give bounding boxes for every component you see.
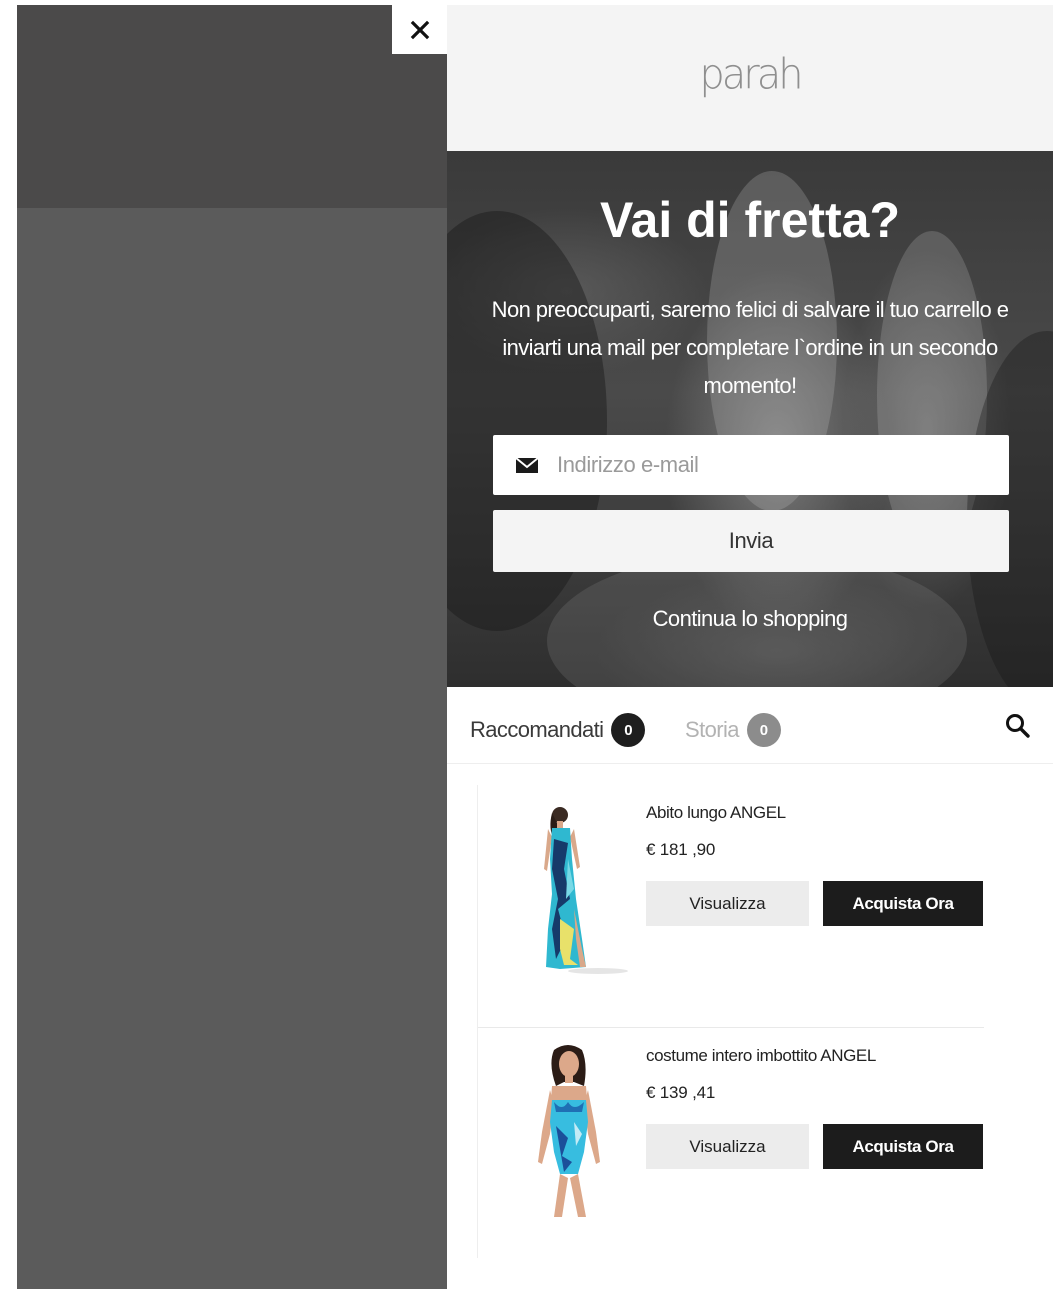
tab-recommended-label: Raccomandati	[470, 717, 604, 742]
cart-save-banner: Vai di fretta? Non preoccuparti, saremo …	[447, 151, 1053, 687]
close-button[interactable]	[392, 5, 447, 54]
page-overlay[interactable]	[17, 208, 447, 1289]
product-list: Abito lungo ANGEL € 181 ,90 Visualizza A…	[477, 785, 984, 1258]
product-price: € 181 ,90	[646, 840, 716, 859]
banner-message: Non preoccuparti, saremo felici di salva…	[491, 297, 1009, 398]
buy-now-button[interactable]: Acquista Ora	[823, 881, 983, 926]
submit-button[interactable]: Invia	[493, 510, 1009, 572]
search-button[interactable]	[1003, 711, 1033, 741]
product-image-swimsuit[interactable]	[508, 1042, 628, 1217]
tab-recommended[interactable]: Raccomandati 0	[470, 713, 646, 747]
product-item: costume intero imbottito ANGEL € 139 ,41…	[478, 1028, 984, 1258]
product-name[interactable]: Abito lungo ANGEL	[646, 803, 786, 823]
close-icon	[410, 20, 429, 39]
envelope-icon	[515, 457, 539, 473]
view-button[interactable]: Visualizza	[646, 881, 809, 926]
tab-history-count: 0	[746, 713, 781, 747]
product-tabs: Raccomandati 0 Storia 0	[447, 687, 1053, 764]
email-input[interactable]	[555, 451, 979, 479]
buy-now-button[interactable]: Acquista Ora	[823, 1124, 983, 1169]
banner-title: Vai di fretta?	[599, 192, 901, 248]
search-icon	[1006, 714, 1030, 738]
brand-logo: parah	[699, 50, 803, 100]
view-button[interactable]: Visualizza	[646, 1124, 809, 1169]
product-item: Abito lungo ANGEL € 181 ,90 Visualizza A…	[478, 785, 984, 1028]
product-image-dress[interactable]	[508, 799, 628, 974]
continue-shopping-link[interactable]: Continua lo shopping	[447, 606, 1053, 632]
product-name[interactable]: costume intero imbottito ANGEL	[646, 1046, 876, 1066]
page-overlay-top[interactable]	[17, 5, 447, 208]
tab-recommended-count: 0	[611, 713, 646, 747]
product-price: € 139 ,41	[646, 1083, 716, 1102]
side-panel: parah Vai di fretta? Non preoccuparti, s…	[447, 5, 1053, 1289]
tab-history[interactable]: Storia 0	[685, 713, 781, 747]
email-field[interactable]	[493, 435, 1009, 495]
tab-history-label: Storia	[685, 717, 739, 742]
brand-header: parah	[447, 5, 1053, 151]
